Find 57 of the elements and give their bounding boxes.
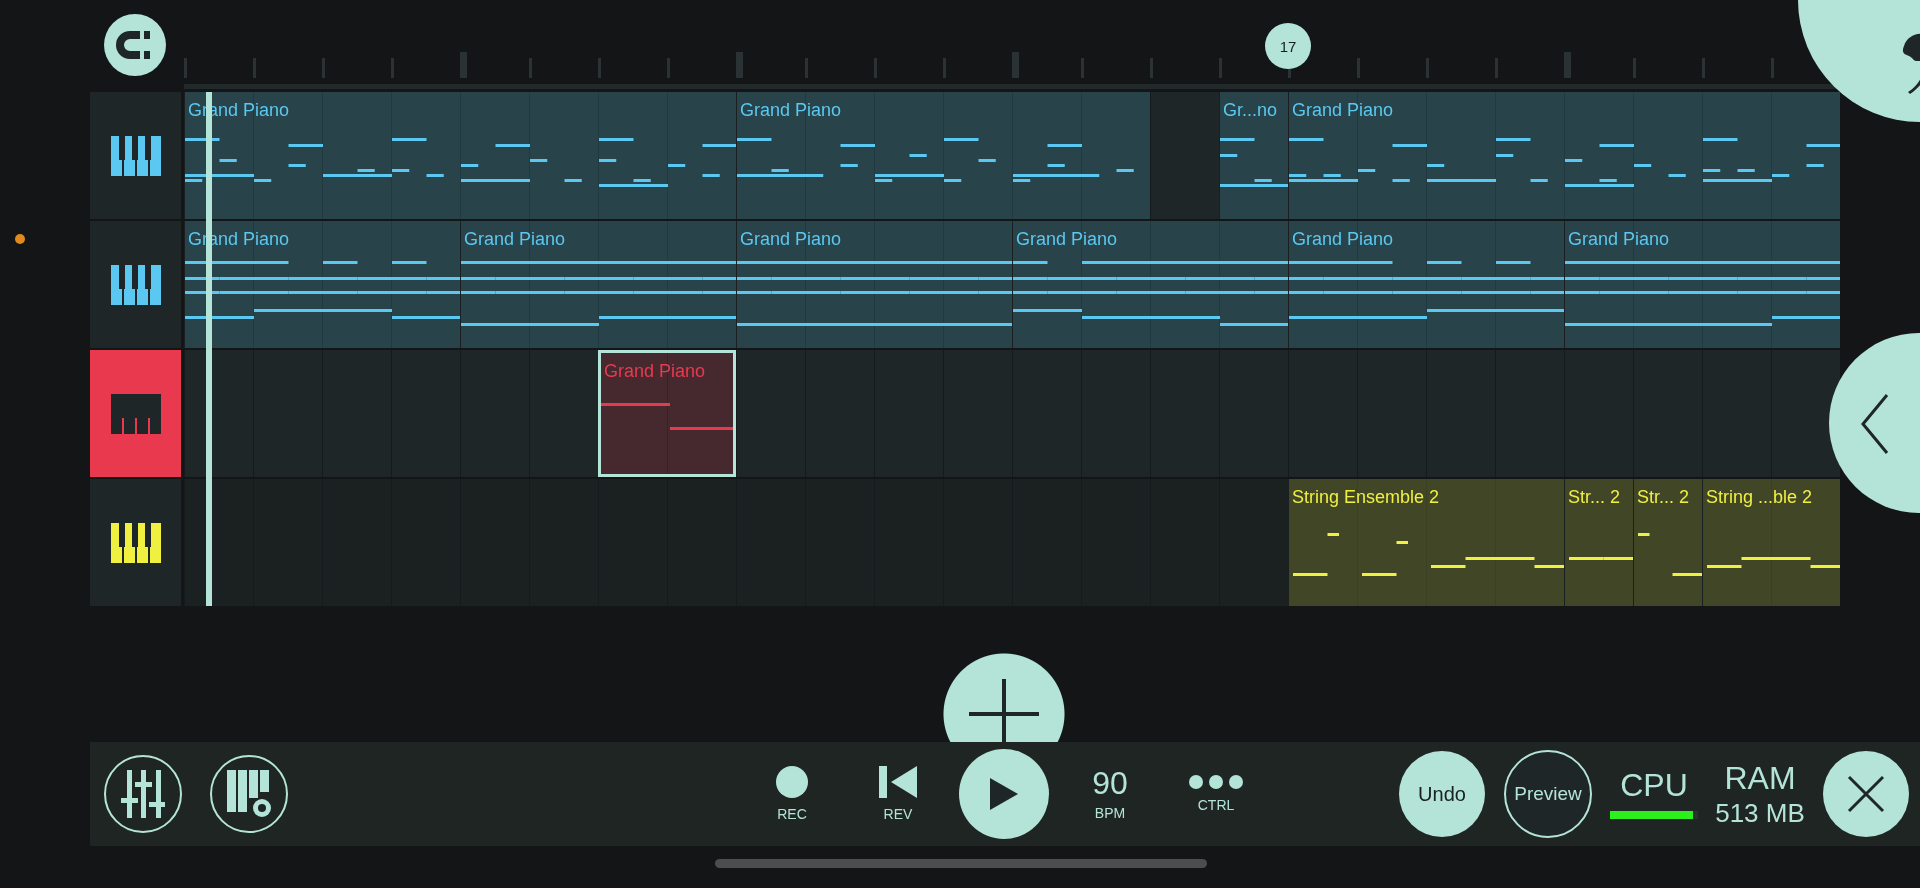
piano-icon [110,264,161,305]
clip-label: String Ensemble 2 [1291,486,1440,509]
pattern-clip[interactable]: Grand Piano [1288,221,1564,348]
instrument-settings-button[interactable] [210,755,288,833]
record-icon [776,766,808,798]
piano-icon [110,522,161,563]
more-icon [1189,775,1243,789]
mixer-button[interactable] [104,755,182,833]
pattern-clip[interactable]: Grand Piano [460,221,736,348]
pattern-clip[interactable]: Grand Piano [1288,92,1840,219]
clip-label: Gr...no [1222,99,1278,122]
notes-drawing [1569,557,1633,560]
undo-button[interactable]: Undo [1399,751,1485,837]
piano-icon [110,135,161,176]
ram-label: RAM [1724,762,1796,794]
clip-label: Grand Piano [739,99,842,122]
track-header[interactable] [90,92,181,219]
play-icon [990,778,1018,810]
record-button[interactable]: REC [776,766,808,822]
pattern-clip[interactable]: Grand Piano [736,92,1150,219]
clip-label: Grand Piano [1291,99,1394,122]
pattern-clip[interactable]: String Ensemble 2 [1288,479,1564,606]
ram-value: 513 MB [1715,800,1805,826]
clip-label: String ...ble 2 [1705,486,1813,509]
clip-label: Grand Piano [1291,228,1394,251]
clip-label: Grand Piano [739,228,842,251]
control-button[interactable]: CTRL [1189,775,1243,813]
track-header[interactable] [90,479,181,606]
marker-dot [15,234,25,244]
preview-button[interactable]: Preview [1504,750,1592,838]
pattern-clip[interactable]: Grand Piano [1012,221,1288,348]
clip-label: Grand Piano [463,228,566,251]
clip-label: Grand Piano [1015,228,1118,251]
cpu-label: CPU [1620,769,1688,801]
pattern-clip[interactable]: Grand Piano [1564,221,1840,348]
tempo-value[interactable]: 90 [1092,767,1128,799]
clip-label: Str... 2 [1636,486,1690,509]
chevron-left-icon [1859,393,1889,455]
clip-label: Str... 2 [1567,486,1621,509]
pattern-clip[interactable]: Str... 2 [1564,479,1633,606]
piano-gear-icon [227,770,271,818]
track-header[interactable] [90,221,181,348]
skip-back-icon [879,766,917,798]
pattern-clip[interactable]: Grand Piano [736,221,1012,348]
rewind-button[interactable]: REV [879,766,917,822]
close-icon [1847,775,1885,813]
pattern-clip[interactable]: Gr...no [1219,92,1288,219]
track-header[interactable] [90,350,181,477]
clip-label: Grand Piano [603,360,706,383]
pattern-clip[interactable]: Str... 2 [1633,479,1702,606]
sliders-icon [121,770,165,818]
tempo-label: BPM [1094,805,1126,821]
pattern-clip[interactable]: String ...ble 2 [1702,479,1840,606]
piano-icon [110,393,161,434]
notes-drawing [1638,533,1702,576]
bar-marker[interactable]: 17 [1265,23,1311,69]
clip-label: Grand Piano [1567,228,1670,251]
